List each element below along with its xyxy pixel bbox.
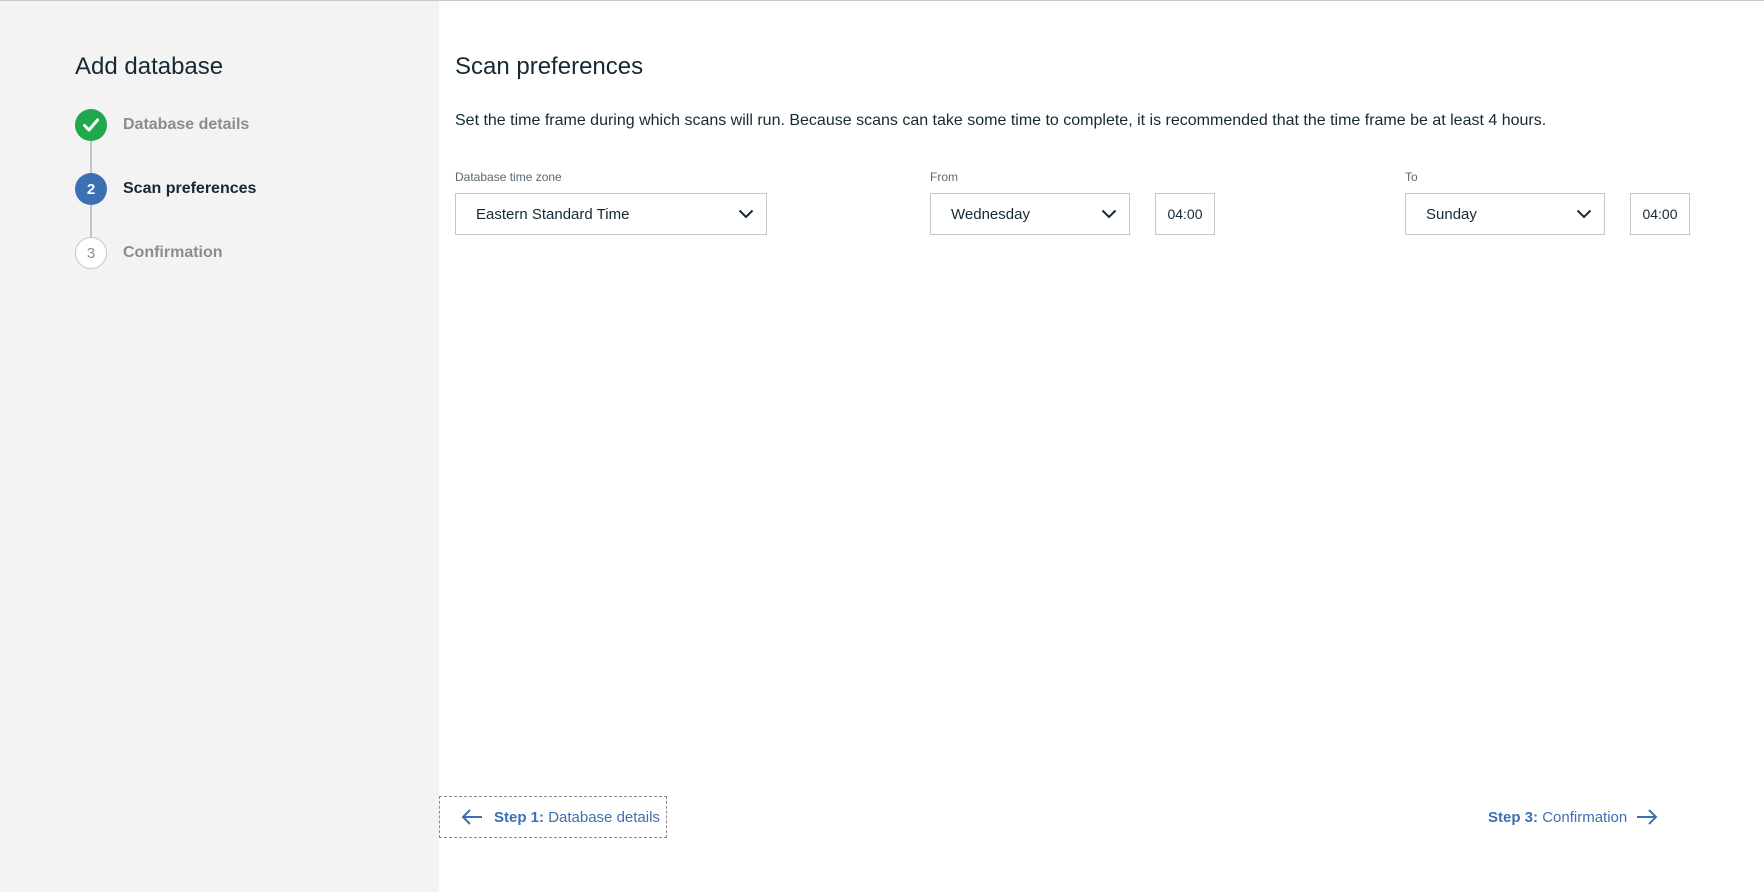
timezone-label: Database time zone	[455, 170, 562, 184]
step-connector	[90, 141, 92, 173]
from-time-input[interactable]: 04:00	[1155, 193, 1215, 235]
step-complete-indicator	[75, 109, 107, 141]
chevron-down-icon	[1101, 209, 1117, 219]
previous-step-label: Database details	[548, 808, 660, 826]
step-label: Database details	[123, 116, 250, 133]
to-label: To	[1405, 170, 1418, 184]
to-day-select[interactable]: Sunday	[1405, 193, 1605, 235]
next-step-button[interactable]: Step 3: Confirmation	[1488, 796, 1659, 838]
description-text: Set the time frame during which scans wi…	[455, 112, 1547, 129]
arrow-right-icon	[1637, 809, 1658, 825]
previous-step-button[interactable]: Step 1: Database details	[439, 796, 667, 838]
next-step-number: Step 3:	[1488, 808, 1539, 826]
timezone-value: Eastern Standard Time	[476, 205, 630, 223]
from-label: From	[930, 170, 958, 184]
sidebar-title: Add database	[75, 53, 224, 80]
to-time-input[interactable]: 04:00	[1630, 193, 1690, 235]
step-label: Scan preferences	[123, 180, 257, 197]
chevron-down-icon	[738, 209, 754, 219]
from-day-select[interactable]: Wednesday	[930, 193, 1130, 235]
step-number: 2	[75, 173, 107, 205]
to-day-value: Sunday	[1426, 205, 1477, 223]
chevron-down-icon	[1576, 209, 1592, 219]
wizard-sidebar: Add database Database details 2 Scan pre…	[0, 1, 439, 892]
main-panel: Scan preferences Set the time frame duri…	[439, 1, 1764, 892]
step-number: 3	[75, 237, 107, 269]
step-confirmation: 3 Confirmation	[75, 237, 223, 269]
previous-step-number: Step 1:	[494, 808, 545, 826]
step-label: Confirmation	[123, 244, 223, 261]
step-database-details[interactable]: Database details	[75, 109, 249, 141]
next-step-label: Confirmation	[1542, 808, 1628, 826]
timezone-select[interactable]: Eastern Standard Time	[455, 193, 767, 235]
step-scan-preferences: 2 Scan preferences	[75, 173, 256, 205]
page-title: Scan preferences	[455, 53, 644, 80]
checkmark-icon	[83, 118, 99, 132]
step-connector	[90, 205, 92, 237]
arrow-left-icon	[461, 809, 482, 825]
from-day-value: Wednesday	[951, 205, 1030, 223]
